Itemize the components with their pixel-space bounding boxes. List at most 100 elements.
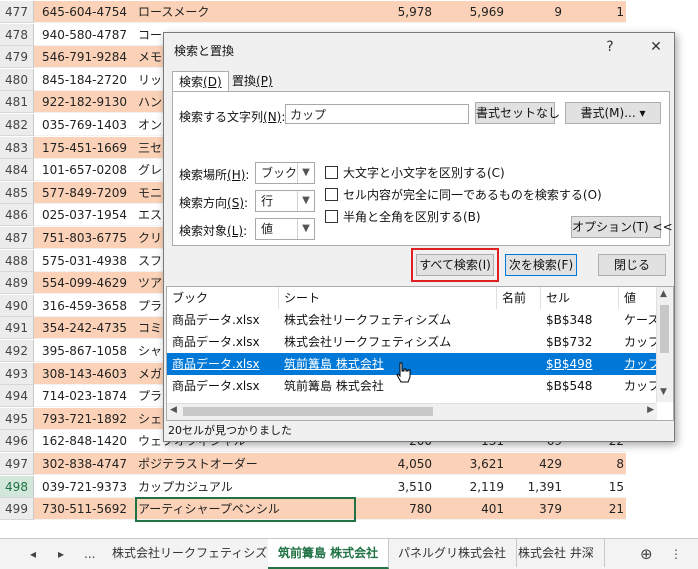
phone-cell[interactable]: 645-604-4754 — [42, 1, 138, 23]
phone-cell[interactable]: 554-099-4629 — [42, 272, 138, 294]
row-header[interactable]: 493 — [0, 362, 34, 385]
value-cell[interactable]: 1 — [562, 1, 624, 23]
value-cell[interactable]: 2,119 — [432, 476, 504, 498]
row-header[interactable]: 497 — [0, 453, 34, 475]
phone-cell[interactable]: 308-143-4603 — [42, 363, 138, 385]
name-cell[interactable]: カップカジュアル — [138, 476, 356, 498]
tab-options-icon[interactable]: ⋮ — [670, 539, 682, 569]
find-what-input[interactable]: カップ — [285, 104, 469, 124]
help-icon[interactable]: ? — [600, 39, 620, 55]
tab-replace[interactable]: 置換(P) — [226, 71, 279, 91]
value-cell[interactable]: 9 — [504, 1, 562, 23]
value-cell[interactable]: 5,969 — [432, 1, 504, 23]
row-header[interactable]: 477 — [0, 1, 34, 23]
row-header[interactable]: 483 — [0, 136, 34, 159]
add-sheet-icon[interactable]: ⊕ — [640, 539, 653, 569]
name-cell[interactable]: ポジテラストオーダー — [138, 453, 356, 475]
scroll-thumb[interactable] — [183, 407, 433, 416]
column-header-sheet[interactable]: シート — [279, 287, 497, 309]
scroll-down-icon[interactable]: ▼ — [660, 387, 667, 397]
row-header[interactable]: 486 — [0, 204, 34, 227]
phone-cell[interactable]: 035-769-1403 — [42, 114, 138, 136]
row-header[interactable]: 489 — [0, 272, 34, 295]
match-entire-checkbox[interactable]: セル内容が完全に同一であるものを検索する(O) — [325, 186, 602, 203]
value-cell[interactable]: 379 — [504, 498, 562, 520]
row-header[interactable]: 481 — [0, 91, 34, 114]
horizontal-scrollbar[interactable]: ◀ ▶ — [167, 403, 657, 420]
phone-cell[interactable]: 714-023-1874 — [42, 385, 138, 407]
phone-cell[interactable]: 751-803-6775 — [42, 227, 138, 249]
row-header[interactable]: 479 — [0, 46, 34, 69]
phone-cell[interactable]: 546-791-9284 — [42, 46, 138, 68]
row-header[interactable]: 498 — [0, 475, 34, 498]
row-header[interactable]: 484 — [0, 159, 34, 182]
sheet-tab[interactable]: 株式会社 井深 — [508, 539, 605, 567]
match-byte-checkbox[interactable]: 半角と全角を区別する(B) — [325, 208, 481, 225]
row-header[interactable]: 490 — [0, 294, 34, 317]
no-format-button[interactable]: 書式セットなし — [475, 102, 560, 124]
row-header[interactable]: 492 — [0, 340, 34, 362]
result-row[interactable]: 商品データ.xlsx 株式会社リークフェティシズム $B$348 ケース — [167, 309, 659, 331]
value-cell[interactable]: 4,050 — [356, 453, 432, 475]
tab-search[interactable]: 検索(D) — [172, 71, 229, 92]
sheet-tab[interactable]: パネルグリ株式会社 — [388, 539, 518, 567]
value-cell[interactable]: 429 — [504, 453, 562, 475]
phone-cell[interactable]: 175-451-1669 — [42, 137, 138, 159]
scroll-left-icon[interactable]: ◀ — [170, 405, 177, 415]
vertical-scrollbar[interactable]: ▲ ▼ — [656, 287, 673, 402]
tab-next-icon[interactable]: ▸ — [58, 539, 64, 569]
row-header[interactable]: 485 — [0, 181, 34, 204]
phone-cell[interactable]: 395-867-1058 — [42, 340, 138, 362]
column-header-value[interactable]: 値 — [619, 287, 659, 309]
scroll-right-icon[interactable]: ▶ — [647, 405, 654, 415]
column-header-cell[interactable]: セル — [541, 287, 619, 309]
row-header[interactable]: 478 — [0, 23, 34, 46]
row-header[interactable]: 499 — [0, 498, 34, 521]
row-header[interactable]: 480 — [0, 68, 34, 91]
match-case-checkbox[interactable]: 大文字と小文字を区別する(C) — [325, 164, 505, 181]
value-cell[interactable]: 401 — [432, 498, 504, 520]
phone-cell[interactable]: 940-580-4787 — [42, 24, 138, 46]
phone-cell[interactable]: 162-848-1420 — [42, 430, 138, 452]
row-header[interactable]: 495 — [0, 407, 34, 430]
row-header[interactable]: 496 — [0, 430, 34, 453]
tab-prev-icon[interactable]: ◂ — [30, 539, 36, 569]
phone-cell[interactable]: 316-459-3658 — [42, 295, 138, 317]
lookin-select[interactable]: 値 ▼ — [255, 218, 315, 240]
phone-cell[interactable]: 101-657-0208 — [42, 159, 138, 181]
format-button[interactable]: 書式(M)... ▾ — [565, 102, 661, 124]
options-button[interactable]: オプション(T) << — [571, 216, 673, 238]
direction-select[interactable]: 行 ▼ — [255, 190, 315, 212]
row-header[interactable]: 482 — [0, 114, 34, 136]
value-cell[interactable]: 1,391 — [504, 476, 562, 498]
result-row[interactable]: 商品データ.xlsx 株式会社リークフェティシズム $B$732 カップ — [167, 331, 660, 353]
phone-cell[interactable]: 039-721-9373 — [42, 476, 138, 498]
phone-cell[interactable]: 354-242-4735 — [42, 317, 138, 339]
row-header[interactable]: 488 — [0, 249, 34, 272]
column-header-name[interactable]: 名前 — [497, 287, 541, 309]
results-list[interactable]: ブック シート 名前 セル 値 商品データ.xlsx 株式会社リークフェティシズム… — [166, 286, 674, 421]
value-cell[interactable]: 8 — [562, 453, 624, 475]
column-header-book[interactable]: ブック — [167, 287, 279, 309]
row-header[interactable]: 491 — [0, 317, 34, 340]
value-cell[interactable]: 3,510 — [356, 476, 432, 498]
phone-cell[interactable]: 302-838-4747 — [42, 453, 138, 475]
find-next-button[interactable]: 次を検索(F) — [505, 254, 577, 276]
row-header[interactable]: 494 — [0, 385, 34, 408]
phone-cell[interactable]: 793-721-1892 — [42, 408, 138, 430]
close-icon[interactable]: ✕ — [646, 39, 666, 55]
close-button[interactable]: 閉じる — [598, 254, 666, 276]
phone-cell[interactable]: 575-031-4938 — [42, 250, 138, 272]
value-cell[interactable]: 5,978 — [356, 1, 432, 23]
value-cell[interactable]: 21 — [562, 498, 624, 520]
scroll-up-icon[interactable]: ▲ — [660, 289, 667, 299]
phone-cell[interactable]: 922-182-9130 — [42, 91, 138, 113]
tab-more-button[interactable]: ... — [84, 539, 95, 569]
phone-cell[interactable]: 730-511-5692 — [42, 498, 138, 520]
value-cell[interactable]: 780 — [356, 498, 432, 520]
within-select[interactable]: ブック ▼ — [255, 162, 315, 184]
value-cell[interactable]: 15 — [562, 476, 624, 498]
row-header[interactable]: 487 — [0, 227, 34, 249]
value-cell[interactable]: 3,621 — [432, 453, 504, 475]
phone-cell[interactable]: 025-037-1954 — [42, 204, 138, 226]
